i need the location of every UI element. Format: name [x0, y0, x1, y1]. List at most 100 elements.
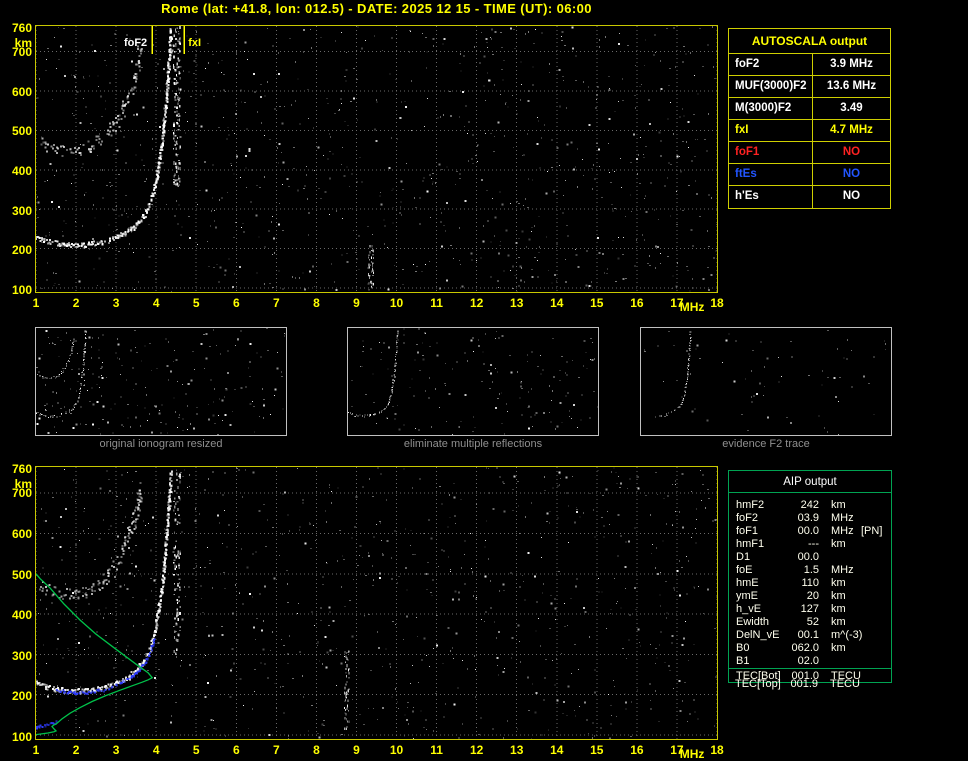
top-y-tick-400: 400 — [2, 165, 32, 177]
aip-row-value: 001.9 — [780, 678, 818, 691]
bottom-x-tick-8: 8 — [305, 744, 327, 756]
ionogram-bottom — [35, 466, 718, 740]
aip-row-value: --- — [781, 538, 819, 551]
aip-row-foF1: foF1 00.0 MHz [PN] — [729, 525, 891, 538]
autoscala-row-value: 3.9 MHz — [813, 54, 890, 75]
caption-f2-trace: evidence F2 trace — [640, 438, 892, 450]
aip-row-label: DelN_vE — [736, 629, 779, 642]
autoscala-row-MUF(3000)F2: MUF(3000)F213.6 MHz — [729, 76, 890, 98]
aip-row-extra: [PN] — [861, 525, 882, 538]
aip-row-TEC-Top: TEC[Top]001.9 TECU — [728, 678, 892, 691]
bottom-x-tick-12: 12 — [466, 744, 488, 756]
aip-row-value: 03.9 — [781, 512, 819, 525]
aip-row-value: 110 — [781, 577, 819, 590]
aip-row-value: 127 — [781, 603, 819, 616]
aip-row-value: 242 — [781, 499, 819, 512]
top-x-tick-11: 11 — [426, 297, 448, 309]
top-x-tick-1: 1 — [25, 297, 47, 309]
bottom-y-tick-200: 200 — [2, 690, 32, 702]
top-x-tick-8: 8 — [305, 297, 327, 309]
aip-row-unit: MHz — [831, 525, 854, 538]
autoscala-row-fxI: fxI4.7 MHz — [729, 120, 890, 142]
bottom-y-unit: km — [2, 478, 32, 490]
autoscala-row-label: h'Es — [729, 186, 813, 208]
autoscala-row-value: 4.7 MHz — [813, 120, 890, 141]
aip-row-value: 00.0 — [781, 525, 819, 538]
aip-row-value: 20 — [781, 590, 819, 603]
marker-label-foF2: foF2 — [124, 37, 147, 49]
top-y-tick-600: 600 — [2, 86, 32, 98]
aip-row-label: foF1 — [736, 525, 758, 538]
top-x-unit: MHz — [680, 301, 702, 313]
aip-row-value: 00.0 — [781, 551, 819, 564]
thumbnail-original-canvas — [36, 328, 286, 435]
aip-row-foF2: foF2 03.9 MHz — [729, 512, 891, 525]
autoscala-row-value: 3.49 — [813, 98, 890, 119]
aip-row-unit: TECU — [830, 678, 860, 691]
aip-row-unit: km — [831, 499, 846, 512]
bottom-x-tick-13: 13 — [506, 744, 528, 756]
aip-header: AIP output — [729, 471, 891, 493]
aip-row-Ewidth: Ewidth52km — [729, 616, 891, 629]
autoscala-row-label: ftEs — [729, 164, 813, 185]
autoscala-output-table: AUTOSCALA output foF23.9 MHzMUF(3000)F21… — [728, 28, 891, 209]
autoscala-row-label: fxI — [729, 120, 813, 141]
ionogram-bottom-canvas — [36, 467, 717, 739]
autoscala-row-foF1: foF1NO — [729, 142, 890, 164]
aip-row-unit: km — [831, 577, 846, 590]
autoscala-screen: Rome (lat: +41.8, lon: 012.5) - DATE: 20… — [0, 0, 968, 755]
autoscala-row-value: NO — [813, 142, 890, 163]
aip-row-label: foF2 — [736, 512, 758, 525]
aip-row-h_vE: h_vE127km — [729, 603, 891, 616]
aip-row-label: h_vE — [736, 603, 761, 616]
top-x-tick-12: 12 — [466, 297, 488, 309]
bottom-x-tick-5: 5 — [185, 744, 207, 756]
aip-row-unit: MHz — [831, 564, 854, 577]
marker-label-fxI: fxI — [188, 37, 201, 49]
thumbnail-f2-trace-canvas — [641, 328, 891, 435]
aip-rows: hmF2242kmfoF203.9MHzfoF100.0MHz[PN]hmF1-… — [729, 493, 891, 668]
bottom-x-tick-15: 15 — [586, 744, 608, 756]
bottom-x-tick-18: 18 — [706, 744, 728, 756]
autoscala-row-label: foF1 — [729, 142, 813, 163]
aip-row-unit: km — [831, 590, 846, 603]
top-x-tick-13: 13 — [506, 297, 528, 309]
top-y-tick-300: 300 — [2, 205, 32, 217]
ionogram-top-canvas: foF2 fxI — [36, 26, 717, 292]
top-y-tick-760: 760 — [2, 22, 32, 34]
top-y-tick-100: 100 — [2, 284, 32, 296]
bottom-y-tick-600: 600 — [2, 528, 32, 540]
autoscala-row-value: NO — [813, 164, 890, 185]
thumbnail-original-ionogram — [35, 327, 287, 436]
aip-row-D1: D100.0 — [729, 551, 891, 564]
aip-row-value: 062.0 — [781, 642, 819, 655]
top-y-tick-500: 500 — [2, 125, 32, 137]
autoscala-row-h'Es: h'EsNO — [729, 186, 890, 208]
autoscala-row-label: foF2 — [729, 54, 813, 75]
autoscala-row-label: MUF(3000)F2 — [729, 76, 813, 97]
aip-row-hmF2: hmF2 242 km — [729, 499, 891, 512]
aip-tec-top-container: TEC[Top]001.9 TECU — [728, 678, 892, 691]
bottom-y-tick-500: 500 — [2, 569, 32, 581]
aip-row-label: B1 — [736, 655, 749, 668]
aip-row-unit: m^(-3) — [831, 629, 862, 642]
top-x-tick-7: 7 — [265, 297, 287, 309]
bottom-x-tick-1: 1 — [25, 744, 47, 756]
aip-row-unit: MHz — [831, 512, 854, 525]
caption-no-multiples: eliminate multiple reflections — [347, 438, 599, 450]
aip-row-label: TEC[Top] — [735, 678, 781, 691]
top-x-tick-4: 4 — [145, 297, 167, 309]
bottom-x-tick-10: 10 — [386, 744, 408, 756]
thumbnail-no-multiples — [347, 327, 599, 436]
page-title: Rome (lat: +41.8, lon: 012.5) - DATE: 20… — [35, 1, 718, 16]
top-x-tick-15: 15 — [586, 297, 608, 309]
caption-original-ionogram: original ionogram resized — [35, 438, 287, 450]
aip-row-label: hmF2 — [736, 499, 764, 512]
bottom-x-tick-16: 16 — [626, 744, 648, 756]
thumbnail-f2-trace — [640, 327, 892, 436]
autoscala-header: AUTOSCALA output — [729, 29, 890, 54]
top-x-tick-16: 16 — [626, 297, 648, 309]
top-x-tick-10: 10 — [386, 297, 408, 309]
bottom-x-tick-11: 11 — [426, 744, 448, 756]
top-y-tick-200: 200 — [2, 244, 32, 256]
